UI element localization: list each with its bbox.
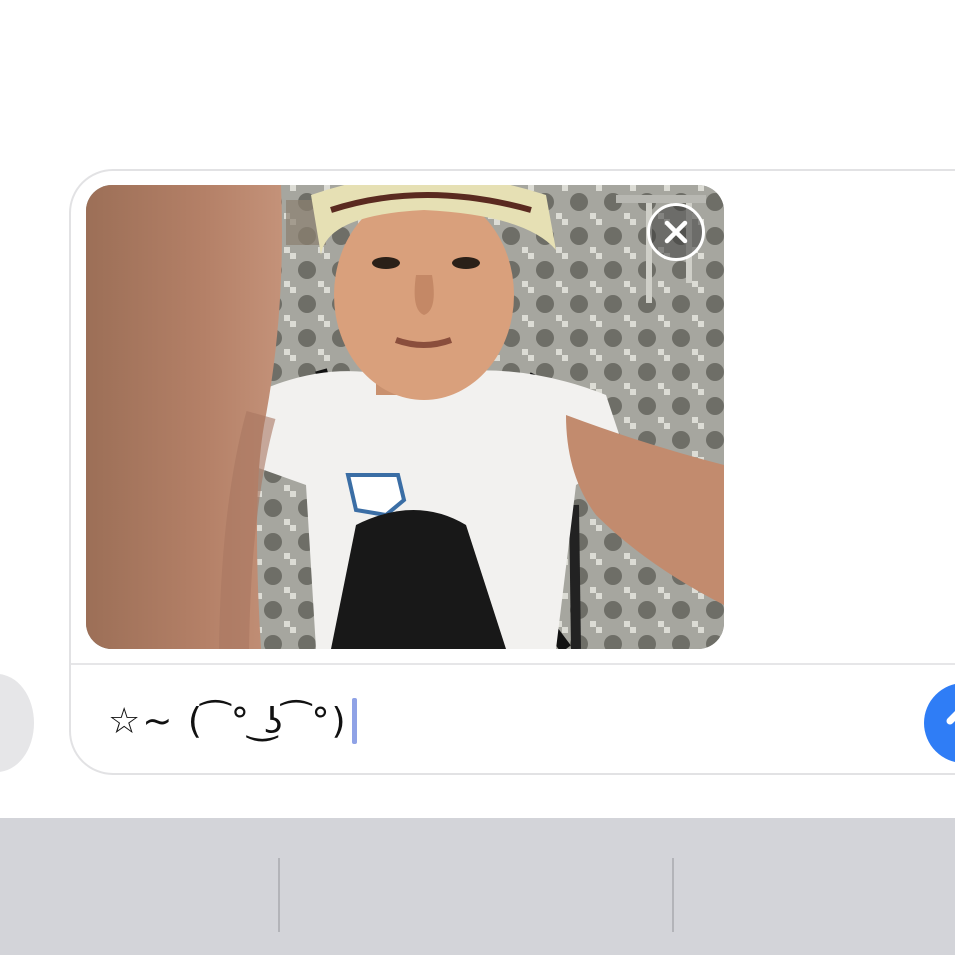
message-input[interactable]: ☆~ ( ͡ ° ͜ʖ ͡ °)	[108, 694, 357, 748]
text-caret	[351, 698, 357, 744]
composer-divider	[71, 663, 955, 665]
selfie-photo-image	[86, 185, 724, 649]
keyboard-suggestion-bar	[0, 818, 955, 955]
photo-attachment[interactable]	[86, 185, 724, 649]
send-button[interactable]	[924, 683, 955, 763]
suggestion-separator	[672, 858, 674, 932]
suggestion-separator	[278, 858, 280, 932]
remove-attachment-button[interactable]	[647, 203, 705, 261]
arrow-up-icon	[946, 711, 955, 725]
messages-composer-screen: ☆~ ( ͡ ° ͜ʖ ͡ °)	[0, 0, 955, 955]
message-input-text: ☆~ ( ͡ ° ͜ʖ ͡ °)	[108, 700, 348, 742]
close-icon	[664, 220, 688, 244]
app-drawer-button[interactable]	[0, 674, 34, 772]
